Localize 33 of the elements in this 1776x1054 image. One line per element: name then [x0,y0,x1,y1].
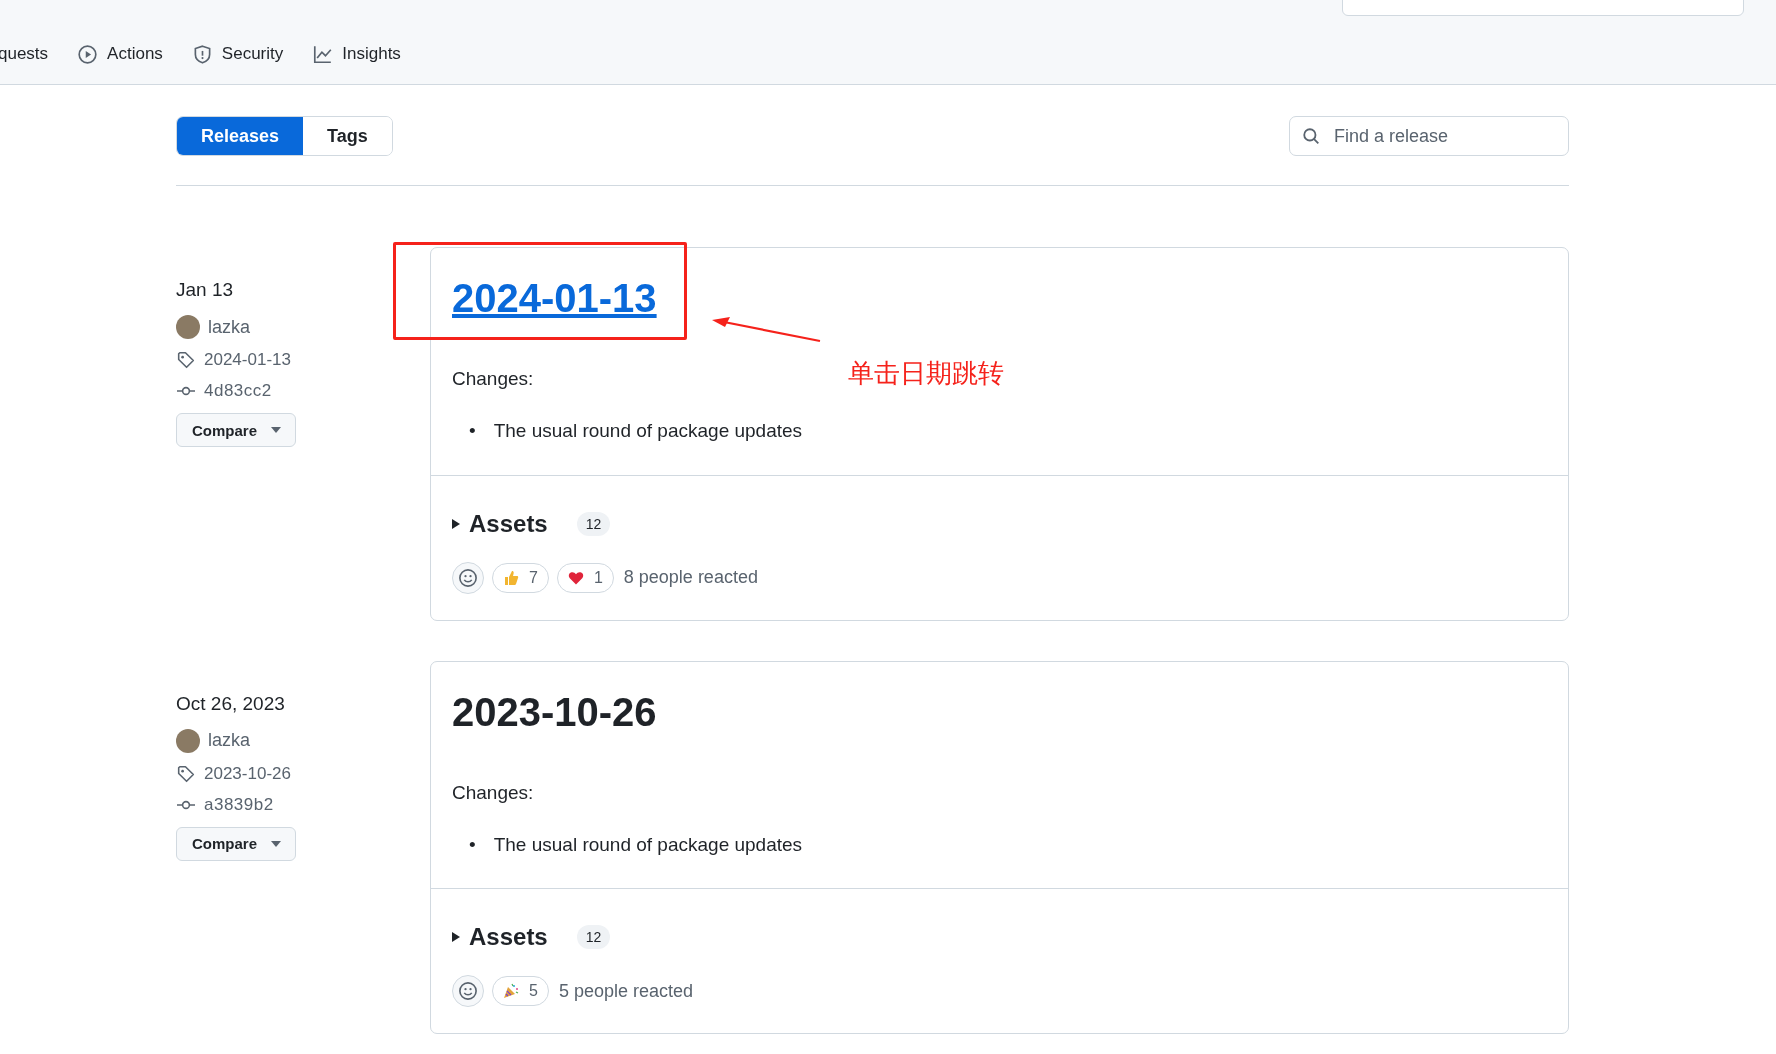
bullet: • [469,419,476,443]
release-date: Jan 13 [176,279,235,301]
commit-link[interactable]: 4d83cc2 [204,381,272,401]
commit-link[interactable]: a3839b2 [204,794,274,815]
reaction-button[interactable]: 1 [556,562,614,593]
change-item: The usual round of package updates [493,832,803,857]
tag-link[interactable]: 2023-10-26 [204,763,291,784]
assets-count: 12 [576,511,611,536]
compare-button[interactable]: Compare [176,826,297,861]
assets-heading: Assets [469,509,548,538]
release-date: Oct 26, 2023 [176,692,286,715]
nav-tab[interactable]: Security [192,44,284,64]
changes-label: Changes: [452,368,534,390]
change-item: The usual round of package updates [493,419,803,443]
nav-tab[interactable]: Insights [313,44,401,64]
release-title: 2023-10-26 [452,688,657,736]
reaction-summary: 5 people reacted [558,980,693,1002]
annotation-text: 单击日期跳转 [848,357,1004,390]
nav-tab[interactable]: Actions [78,44,163,64]
assets-count: 12 [576,925,611,950]
author-link[interactable]: lazka [208,730,251,752]
author-link[interactable]: lazka [208,316,251,338]
search-field[interactable]: Find a release [1289,116,1569,156]
compare-button[interactable]: Compare [176,413,297,447]
bullet: • [469,832,476,857]
reaction-button[interactable]: 5 [492,976,549,1007]
reaction-summary: 8 people reacted [623,567,758,589]
release-title-link[interactable]: 2024-01-13 [452,272,657,324]
tag-link[interactable]: 2024-01-13 [204,350,291,370]
reaction-button[interactable]: 7 [492,562,549,593]
subnav-tab[interactable]: Releases [177,117,304,155]
assets-heading: Assets [469,923,548,952]
changes-label: Changes: [452,781,534,804]
